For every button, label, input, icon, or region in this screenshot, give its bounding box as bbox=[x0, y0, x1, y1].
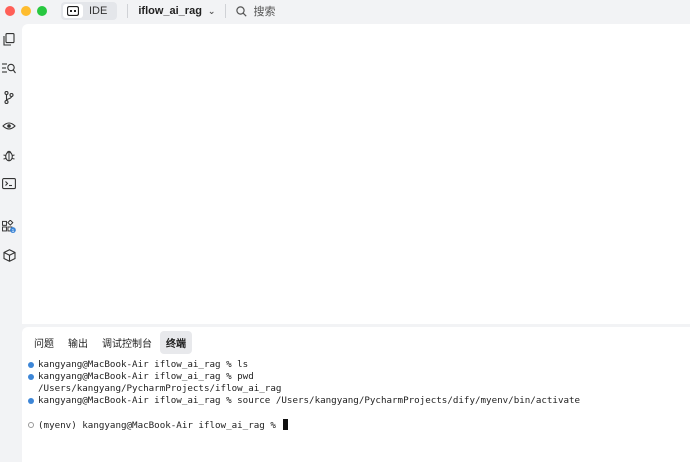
cube-icon[interactable] bbox=[2, 248, 16, 262]
search-code-icon[interactable] bbox=[2, 61, 16, 75]
command-status-dot[interactable] bbox=[28, 362, 34, 368]
editor-mode-icon[interactable] bbox=[63, 4, 83, 18]
bottom-panel: 问题 输出 调试控制台 终端 kangyang@MacBook-Air iflo… bbox=[22, 327, 690, 462]
tab-problems[interactable]: 问题 bbox=[28, 331, 60, 354]
window-controls bbox=[5, 6, 47, 16]
editor-area[interactable] bbox=[22, 24, 690, 324]
titlebar-divider bbox=[127, 4, 129, 18]
search-box[interactable]: 搜索 bbox=[236, 3, 275, 19]
tab-debug-console[interactable]: 调试控制台 bbox=[96, 331, 158, 354]
git-branch-icon[interactable] bbox=[2, 90, 16, 104]
project-switcher[interactable]: iflow_ai_rag ⌄ bbox=[138, 5, 215, 17]
terminal-window-icon[interactable] bbox=[2, 177, 16, 191]
minimize-window-button[interactable] bbox=[21, 6, 31, 16]
panel-tabs: 问题 输出 调试控制台 终端 bbox=[22, 327, 690, 357]
terminal-cursor bbox=[283, 419, 289, 430]
terminal-line: kangyang@MacBook-Air iflow_ai_rag % ls bbox=[22, 359, 690, 371]
files-icon[interactable] bbox=[2, 32, 16, 46]
terminal-line: kangyang@MacBook-Air iflow_ai_rag % pwd bbox=[22, 371, 690, 383]
terminal-output[interactable]: kangyang@MacBook-Air iflow_ai_rag % ls k… bbox=[22, 359, 690, 431]
project-name[interactable]: iflow_ai_rag bbox=[138, 5, 202, 17]
chevron-down-icon[interactable]: ⌄ bbox=[208, 6, 216, 17]
terminal-line-text: /Users/kangyang/PycharmProjects/iflow_ai… bbox=[38, 383, 282, 394]
bug-icon[interactable] bbox=[2, 148, 16, 162]
search-label[interactable]: 搜索 bbox=[253, 3, 275, 19]
command-status-dot[interactable] bbox=[28, 422, 34, 428]
zoom-window-button[interactable] bbox=[37, 6, 47, 16]
terminal-prompt-text: (myenv) kangyang@MacBook-Air iflow_ai_ra… bbox=[38, 420, 282, 431]
search-icon bbox=[236, 5, 248, 17]
close-window-button[interactable] bbox=[5, 6, 15, 16]
terminal-line-text: kangyang@MacBook-Air iflow_ai_rag % sour… bbox=[38, 395, 581, 406]
eye-icon[interactable] bbox=[2, 119, 16, 133]
tab-terminal[interactable]: 终端 bbox=[160, 330, 192, 354]
ide-mode-label[interactable]: IDE bbox=[83, 5, 115, 17]
extensions-icon[interactable]: 1 bbox=[2, 220, 16, 234]
command-status-dot[interactable] bbox=[28, 398, 34, 404]
terminal-line-text: kangyang@MacBook-Air iflow_ai_rag % ls bbox=[38, 359, 249, 370]
terminal-line: /Users/kangyang/PycharmProjects/iflow_ai… bbox=[22, 383, 690, 395]
terminal-line: kangyang@MacBook-Air iflow_ai_rag % sour… bbox=[22, 395, 690, 407]
command-status-dot[interactable] bbox=[28, 374, 34, 380]
extensions-badge: 1 bbox=[12, 228, 15, 234]
terminal-line-text: kangyang@MacBook-Air iflow_ai_rag % pwd bbox=[38, 371, 254, 382]
activity-bar: 1 bbox=[0, 22, 22, 462]
ide-mode-toggle[interactable]: IDE bbox=[61, 2, 118, 20]
title-bar: IDE iflow_ai_rag ⌄ 搜索 bbox=[0, 0, 690, 22]
terminal-prompt-line[interactable]: (myenv) kangyang@MacBook-Air iflow_ai_ra… bbox=[22, 419, 690, 431]
tab-output[interactable]: 输出 bbox=[62, 331, 94, 354]
titlebar-divider bbox=[225, 4, 227, 18]
